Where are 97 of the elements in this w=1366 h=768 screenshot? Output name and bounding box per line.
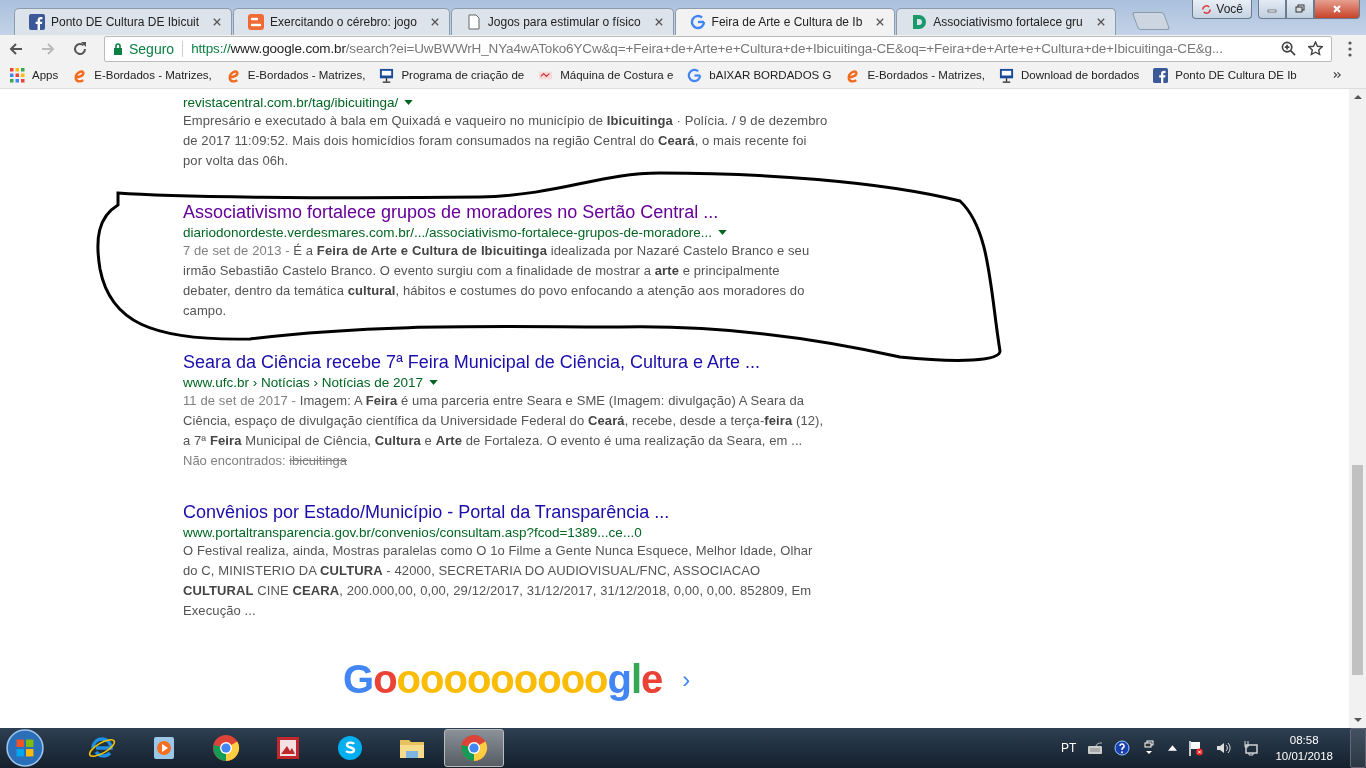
tab-title: Associativismo fortalece gru <box>933 15 1083 29</box>
close-icon <box>1332 4 1342 14</box>
address-bar[interactable]: Seguro https://www.google.com.br/search?ei=UwBWWrH_NYa4wAToko6YCw&q=+Feira+de+Arte+e+Cultura+de+Ibicuitinga-CE&oq=+Feira+de+Arte+e+Cultura+de+Ibicuitinga-CE&g... <box>104 35 1332 62</box>
caret-icon[interactable] <box>404 99 414 105</box>
bookmark-label: E-Bordados - Matrizes, <box>247 69 366 81</box>
google-icon <box>689 14 706 30</box>
bookmark-item[interactable]: Apps <box>10 67 59 83</box>
bookmark-item[interactable]: bAIXAR BORDADOS G <box>687 67 832 83</box>
result-snippet: 7 de set de 2013 - É a Feira de Arte e Cultura de Ibicuitinga idealizada por Nazaré Castelo Branco e seu irmão Sebastião Castelo Branco. O evento surgiu com a finalidade de mostrar a arte e principalmente debater, dentro da temática cultural, hábitos e costumes do povo enfocando a atenção aos moradores do campo. <box>183 242 811 320</box>
bookmark-item[interactable]: Ponto DE Cultura DE Ib <box>1153 67 1297 83</box>
network-icon[interactable] <box>1242 740 1259 756</box>
facebook-icon <box>1153 67 1169 83</box>
d-logo-icon <box>911 14 928 30</box>
profile-button[interactable]: Você <box>1192 0 1252 19</box>
scroll-down-icon[interactable] <box>1353 718 1362 722</box>
page-icon <box>465 14 482 30</box>
blogger-icon <box>248 14 265 30</box>
tab-title: Exercitando o cérebro: jogo <box>270 15 417 29</box>
clock[interactable]: 08:58 10/01/2018 <box>1269 732 1339 764</box>
bookmark-item[interactable]: Programa de criação de <box>379 67 525 83</box>
browser-tab[interactable]: Associativismo fortalece gru <box>896 8 1116 35</box>
facebook-icon <box>29 14 45 30</box>
bookmark-label: Ponto DE Cultura DE Ib <box>1175 69 1297 81</box>
result-snippet: Empresário e executado à bala em Quixadá e vaqueiro no município de Ibicuitinga · Polícia. / 9 de dezembro de 2017 11:09:52. Mais dois homicídios foram consumados na região Central do Ceará, o mais recente foi por volta das 06h. <box>183 112 828 170</box>
tab-title: Ponto DE Cultura DE Ibicuit <box>51 15 200 29</box>
chrome-icon <box>211 733 241 763</box>
keyboard-icon[interactable] <box>1087 740 1104 756</box>
lock-icon <box>113 42 123 55</box>
clock-date: 10/01/2018 <box>1275 749 1333 764</box>
browser-tab[interactable]: Exercitando o cérebro: jogo <box>233 8 450 35</box>
scroll-up-icon[interactable] <box>1353 95 1362 99</box>
google-pager-logo: Goooooooooogle <box>343 657 663 702</box>
bookmark-label: Apps <box>32 69 59 81</box>
bookmark-label: Máquina de Costura e <box>560 69 674 81</box>
speaker-icon[interactable] <box>1215 740 1232 756</box>
result-title-link[interactable]: Convênios por Estado/Município - Portal da Transparência ... <box>183 501 828 523</box>
bookmark-label: Programa de criação de <box>401 69 525 81</box>
bookmark-item[interactable]: E-Bordados - Matrizes, <box>225 67 366 83</box>
result-title-link[interactable]: Seara da Ciência recebe 7ª Feira Municipal de Ciência, Cultura e Arte ... <box>183 351 828 373</box>
result-title-link[interactable]: Associativismo fortalece grupos de moradores no Sertão Central ... <box>183 201 828 223</box>
missing-terms-note: Não encontrados: ibicuitinga <box>183 452 349 470</box>
close-icon[interactable] <box>1096 18 1105 26</box>
skype-icon <box>335 733 365 763</box>
tab-title: Feira de Arte e Cultura de Ib <box>711 15 863 29</box>
close-icon[interactable] <box>213 18 222 26</box>
flag-error-icon[interactable] <box>1188 740 1205 756</box>
result-url: www.ufc.br › Notícias › Notícias de 2017 <box>183 374 424 390</box>
star-icon[interactable] <box>1308 41 1323 56</box>
monitor-icon <box>379 67 395 83</box>
zoom-icon[interactable] <box>1281 41 1296 56</box>
reload-icon[interactable] <box>72 40 88 57</box>
bookmark-label: E-Bordados - Matrizes, <box>94 69 212 81</box>
menu-icon[interactable] <box>1348 40 1352 57</box>
apps-grid-icon <box>10 67 25 83</box>
restore-icon <box>1295 4 1305 14</box>
e-logo-icon <box>72 67 88 83</box>
close-icon[interactable] <box>876 18 885 26</box>
restore-button[interactable] <box>1286 0 1314 19</box>
bookmark-item[interactable]: E-Bordados - Matrizes, <box>845 67 985 83</box>
google-icon <box>687 67 703 83</box>
start-button[interactable] <box>6 729 44 767</box>
e-logo-icon <box>845 67 861 83</box>
result-snippet: 11 de set de 2017 - Imagem: A Feira é uma parceria entre Seara e SME (Imagem: divulgação) A Seara da Ciência, espaço de divulgação científica da Universidade Federal do Ceará, recebe, desde a terça-feira (12), a 7ª Feira Municipal de Ciência, Cultura e Arte de Fortaleza. O evento é uma realização da Seara, em ... <box>183 392 825 450</box>
back-icon[interactable] <box>8 40 24 57</box>
url-text: https://www.google.com.br/search?ei=UwBWWrH_NYa4wAToko6YCw&q=+Feira+de+Arte+e+Cultura+de+Ibicuitinga-CE&oq=+Feira+de+Arte+e+Cultura+de+Ibicuitinga-CE&g... <box>191 41 1224 56</box>
bookmark-item[interactable]: E-Bordados - Matrizes, <box>72 67 212 83</box>
clock-time: 08:58 <box>1289 733 1319 748</box>
chevron-icon[interactable] <box>1333 71 1342 79</box>
result-url: diariodonordeste.verdesmares.com.br/.../associativismo-fortalece-grupos-de-moradore... <box>183 224 712 240</box>
bookmark-item[interactable]: Máquina de Costura e <box>538 67 674 83</box>
scrollbar[interactable] <box>1349 89 1366 728</box>
chrome-icon <box>459 733 489 763</box>
bookmark-label: E-Bordados - Matrizes, <box>867 69 985 81</box>
close-icon[interactable] <box>430 18 439 26</box>
show-hidden-icons[interactable] <box>1168 745 1178 751</box>
help-icon[interactable] <box>1114 740 1131 756</box>
secure-label: Seguro <box>129 40 175 57</box>
caret-icon[interactable] <box>718 229 727 235</box>
tab-title: Jogos para estimular o físico <box>487 15 641 29</box>
result-snippet: O Festival realiza, ainda, Mostras paralelas como O 1o Filme a Gente Nunca Esquece, Melhor Idade, Olhar do C, MINISTERIO DA CULTURA - 42000, SECRETARIA DO AUDIOVISUAL/FNC, ASSOCIACAO CULTURAL CINE CEARA, 200.000,00, 0,00, 29/12/2017, 31/12/2017, 31/12/2018, 0,00, 0,00. 852809, Em Execução ... <box>183 542 814 620</box>
bookmark-label: bAIXAR BORDADOS G <box>709 69 832 81</box>
scrollbar-thumb[interactable] <box>1352 465 1363 675</box>
caret-icon[interactable] <box>429 379 439 385</box>
bookmark-item[interactable]: Download de bordados <box>999 67 1140 83</box>
minimize-button[interactable] <box>1258 0 1286 19</box>
sync-icon <box>1201 3 1213 15</box>
browser-tab[interactable]: Feira de Arte e Cultura de Ib <box>674 8 896 35</box>
close-button[interactable] <box>1314 0 1360 19</box>
browser-tab[interactable]: Ponto DE Cultura DE Ibicuit <box>14 8 233 35</box>
browser-tab[interactable]: Jogos para estimular o físico <box>450 8 674 35</box>
close-icon[interactable] <box>654 18 663 26</box>
bookmark-label: Download de bordados <box>1021 69 1140 81</box>
language-indicator[interactable]: PT <box>1061 741 1077 755</box>
result-url: www.portaltransparencia.gov.br/convenios/consultam.asp?fcod=1389...ce...0 <box>183 524 642 540</box>
monitor-icon <box>999 67 1014 83</box>
result-url: revistacentral.com.br/tag/ibicuitinga/ <box>183 94 399 110</box>
next-page-link[interactable]: › <box>682 665 691 694</box>
